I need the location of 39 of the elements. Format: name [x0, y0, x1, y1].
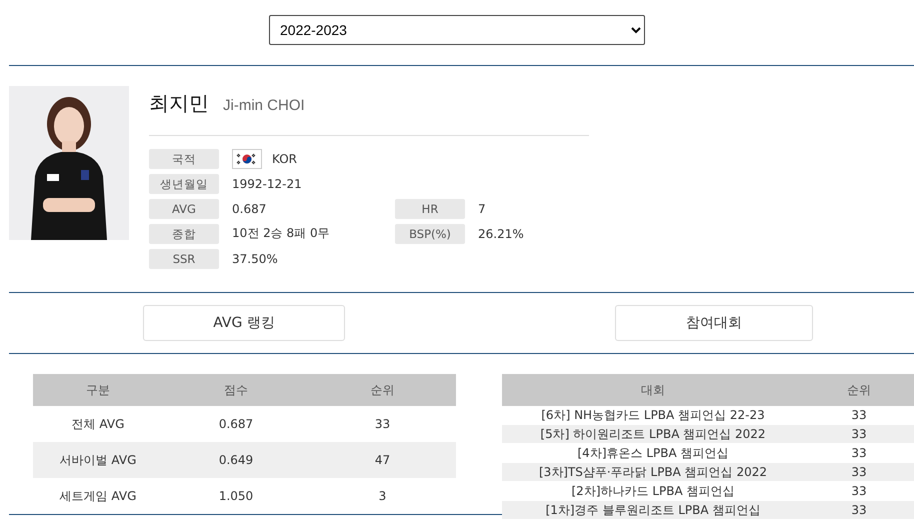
field-value: 10전 2승 8패 0무: [232, 225, 330, 242]
column-header: 순위: [804, 374, 914, 406]
table-cell: 33: [804, 462, 914, 482]
field-value: 37.50%: [232, 252, 278, 266]
table-cell: [3차]TS샴푸·푸라닭 LPBA 챔피언십 2022: [502, 462, 804, 482]
table-cell: 33: [309, 406, 456, 442]
table-cell: 47: [309, 442, 456, 478]
table-cell: 0.649: [163, 442, 309, 478]
table-cell: 3: [309, 478, 456, 514]
field-label: HR: [395, 198, 465, 218]
field-value: 0.687: [232, 202, 266, 216]
table-cell: 전체 AVG: [33, 406, 163, 442]
tab-button[interactable]: AVG 랭킹: [143, 305, 345, 341]
player-name-english: Ji-min CHOI: [223, 97, 305, 114]
field-label: 생년월일: [149, 174, 219, 194]
field-value: 26.21%: [478, 226, 525, 240]
table-cell: 세트게임 AVG: [33, 478, 163, 514]
field-label: 국적: [149, 148, 219, 168]
table-cell: [5차] 하이원리조트 LPBA 챔피언십 2022: [502, 424, 804, 444]
table-cell: [1차]경주 블루원리조트 LPBA 챔피언십: [502, 500, 804, 520]
table-cell: 0.687: [163, 406, 309, 442]
season-select[interactable]: 2022-2023: [269, 15, 645, 45]
column-header: 순위: [309, 374, 456, 406]
field-label: SSR: [149, 248, 219, 268]
field-label: AVG: [149, 198, 219, 218]
field-label: 종합: [149, 224, 219, 244]
field-value: KOR: [272, 152, 297, 166]
column-header: 대회: [502, 374, 804, 406]
column-header: 구분: [33, 374, 163, 406]
column-header: 점수: [163, 374, 309, 406]
table-cell: 33: [804, 500, 914, 520]
field-label: BSP(%): [395, 224, 465, 244]
tab-button[interactable]: 참여대회: [615, 305, 813, 341]
table-cell: 1.050: [163, 478, 309, 514]
field-value: 1992-12-21: [232, 176, 302, 190]
table-cell: 서바이벌 AVG: [33, 442, 163, 478]
player-name: 최지민: [149, 90, 209, 117]
field-value: 7: [478, 202, 487, 216]
table-cell: 33: [804, 424, 914, 444]
